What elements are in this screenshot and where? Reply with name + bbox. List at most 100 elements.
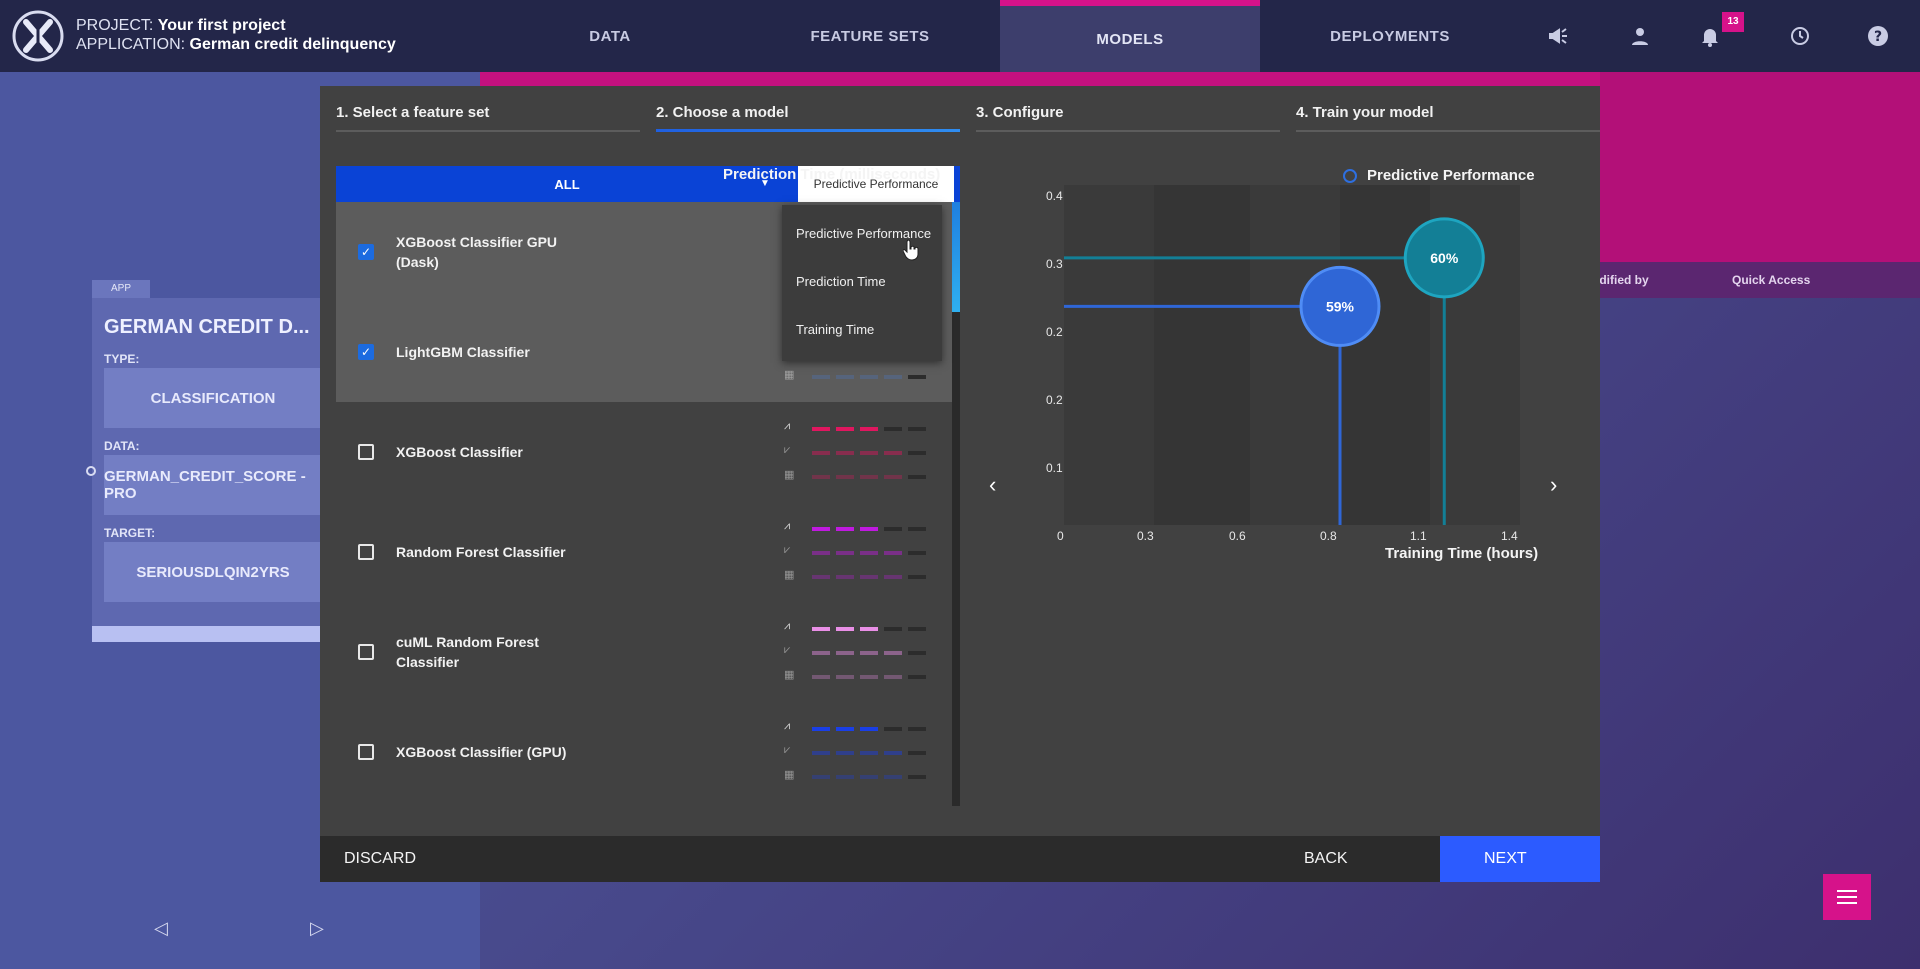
target-value: SERIOUSDLQIN2YRS: [104, 542, 322, 602]
metric-segment: [884, 451, 902, 455]
metric-segment: [884, 375, 902, 379]
metric-segment: [860, 727, 878, 731]
history-icon[interactable]: [1787, 24, 1811, 48]
performance-icon: ⩘: [784, 420, 791, 432]
model-metric-bar: ⩘: [784, 620, 926, 636]
step-select-feature-set[interactable]: 1. Select a feature set: [320, 86, 640, 132]
app-card-tab: APP: [92, 280, 150, 298]
previous-arrow-icon[interactable]: ◁: [154, 918, 168, 939]
model-checkbox[interactable]: ✓: [358, 244, 374, 260]
metric-segment: [860, 475, 878, 479]
metric-segment: [860, 751, 878, 755]
metric-segment: [860, 775, 878, 779]
sort-dropdown-menu: Predictive Performance Prediction Time T…: [782, 205, 942, 361]
model-row[interactable]: Random Forest Classifier ⩘ ⩗ ▦: [336, 502, 952, 602]
model-metric-bar: ⩘: [784, 520, 926, 536]
back-button[interactable]: BACK: [1304, 850, 1348, 868]
type-value: CLASSIFICATION: [104, 368, 322, 428]
hamburger-icon: [1837, 890, 1857, 904]
help-icon[interactable]: ?: [1866, 24, 1890, 48]
project-info: PROJECT: Your first project APPLICATION:…: [76, 16, 396, 54]
metric-segment: [812, 551, 830, 555]
metric-segment: [812, 575, 830, 579]
step-train-model[interactable]: 4. Train your model: [1280, 86, 1600, 132]
application-name: German credit delinquency: [189, 36, 396, 53]
model-metric-bar: ▦: [784, 569, 926, 584]
prediction-time-icon: ⩗: [784, 644, 791, 656]
user-icon[interactable]: [1628, 24, 1652, 48]
metric-segment: [884, 475, 902, 479]
tab-data[interactable]: DATA: [480, 0, 740, 72]
model-row[interactable]: cuML Random Forest Classifier ⩘ ⩗ ▦: [336, 602, 952, 702]
model-name: cuML Random Forest Classifier: [396, 634, 539, 670]
tab-models[interactable]: MODELS: [1000, 0, 1260, 72]
metric-segment: [884, 775, 902, 779]
x-tick-label: 0.8: [1320, 529, 1337, 543]
metric-segment: [908, 775, 926, 779]
data-point-label: 59%: [1326, 298, 1355, 314]
column-quick-access: Quick Access: [1732, 273, 1811, 287]
metric-segment: [860, 675, 878, 679]
column-modified-by: odified by: [1592, 273, 1649, 287]
option-prediction-time[interactable]: Prediction Time: [796, 274, 886, 289]
scatter-chart: 60% 59%: [1064, 185, 1520, 525]
chart-y-axis-label: Prediction Time (milliseconds): [723, 166, 941, 183]
app-logo-icon[interactable]: [12, 10, 64, 62]
metric-segment: [884, 427, 902, 431]
background-banner-right: [1600, 72, 1920, 262]
x-tick-label: 0: [1057, 529, 1064, 543]
metric-segment: [836, 551, 854, 555]
chart-band: [1064, 185, 1154, 525]
chart-next-icon[interactable]: ›: [1550, 472, 1557, 498]
x-tick-label: 1.1: [1410, 529, 1427, 543]
model-checkbox[interactable]: ✓: [358, 344, 374, 360]
filter-label: ALL: [554, 176, 580, 192]
metric-segment: [812, 475, 830, 479]
model-checkbox[interactable]: [358, 444, 374, 460]
metric-segment: [908, 375, 926, 379]
next-button[interactable]: NEXT: [1440, 836, 1600, 882]
metric-segment: [908, 751, 926, 755]
model-checkbox[interactable]: [358, 644, 374, 660]
metric-segment: [908, 651, 926, 655]
bell-icon[interactable]: [1698, 24, 1722, 48]
target-label: TARGET:: [104, 526, 156, 540]
metric-segment: [908, 475, 926, 479]
metric-segment: [884, 527, 902, 531]
model-checkbox[interactable]: [358, 544, 374, 560]
tab-deployments[interactable]: DEPLOYMENTS: [1260, 0, 1520, 72]
chart-x-axis-label: Training Time (hours): [1385, 545, 1539, 562]
metric-segment: [860, 427, 878, 431]
model-list-scrollbar[interactable]: [952, 202, 960, 806]
step-choose-model[interactable]: 2. Choose a model: [640, 86, 960, 132]
chart-band: [1250, 185, 1340, 525]
scrollbar-thumb[interactable]: [952, 202, 960, 312]
model-checkbox[interactable]: [358, 744, 374, 760]
model-metric-bar: ⩘: [784, 720, 926, 736]
chart-prev-icon[interactable]: ‹: [989, 472, 996, 498]
tab-feature-sets[interactable]: FEATURE SETS: [740, 0, 1000, 72]
metric-segment: [908, 451, 926, 455]
metric-segment: [908, 627, 926, 631]
performance-icon: ⩘: [784, 620, 791, 632]
model-metric-bar: ▦: [784, 769, 926, 784]
model-row[interactable]: XGBoost Classifier ⩘ ⩗ ▦: [336, 402, 952, 502]
model-metric-bar: ⩗: [784, 544, 926, 560]
step-configure[interactable]: 3. Configure: [960, 86, 1280, 132]
top-navigation-bar: PROJECT: Your first project APPLICATION:…: [0, 0, 1920, 72]
next-arrow-icon[interactable]: ▷: [310, 918, 324, 939]
discard-button[interactable]: DISCARD: [344, 850, 416, 868]
x-tick-label: 1.4: [1501, 529, 1518, 543]
metric-segment: [812, 451, 830, 455]
model-name: XGBoost Classifier: [396, 444, 523, 460]
menu-fab-button[interactable]: [1823, 874, 1871, 920]
app-card-footer-bar: [92, 626, 322, 642]
metric-segment: [884, 675, 902, 679]
option-training-time[interactable]: Training Time: [796, 322, 874, 337]
data-value: GERMAN_CREDIT_SCORE - PRO: [104, 455, 322, 515]
model-metric-bar: ⩘: [784, 420, 926, 436]
model-name: LightGBM Classifier: [396, 344, 530, 360]
model-row[interactable]: XGBoost Classifier (GPU) ⩘ ⩗ ▦: [336, 702, 952, 802]
megaphone-icon[interactable]: [1547, 24, 1571, 48]
metric-segment: [812, 427, 830, 431]
